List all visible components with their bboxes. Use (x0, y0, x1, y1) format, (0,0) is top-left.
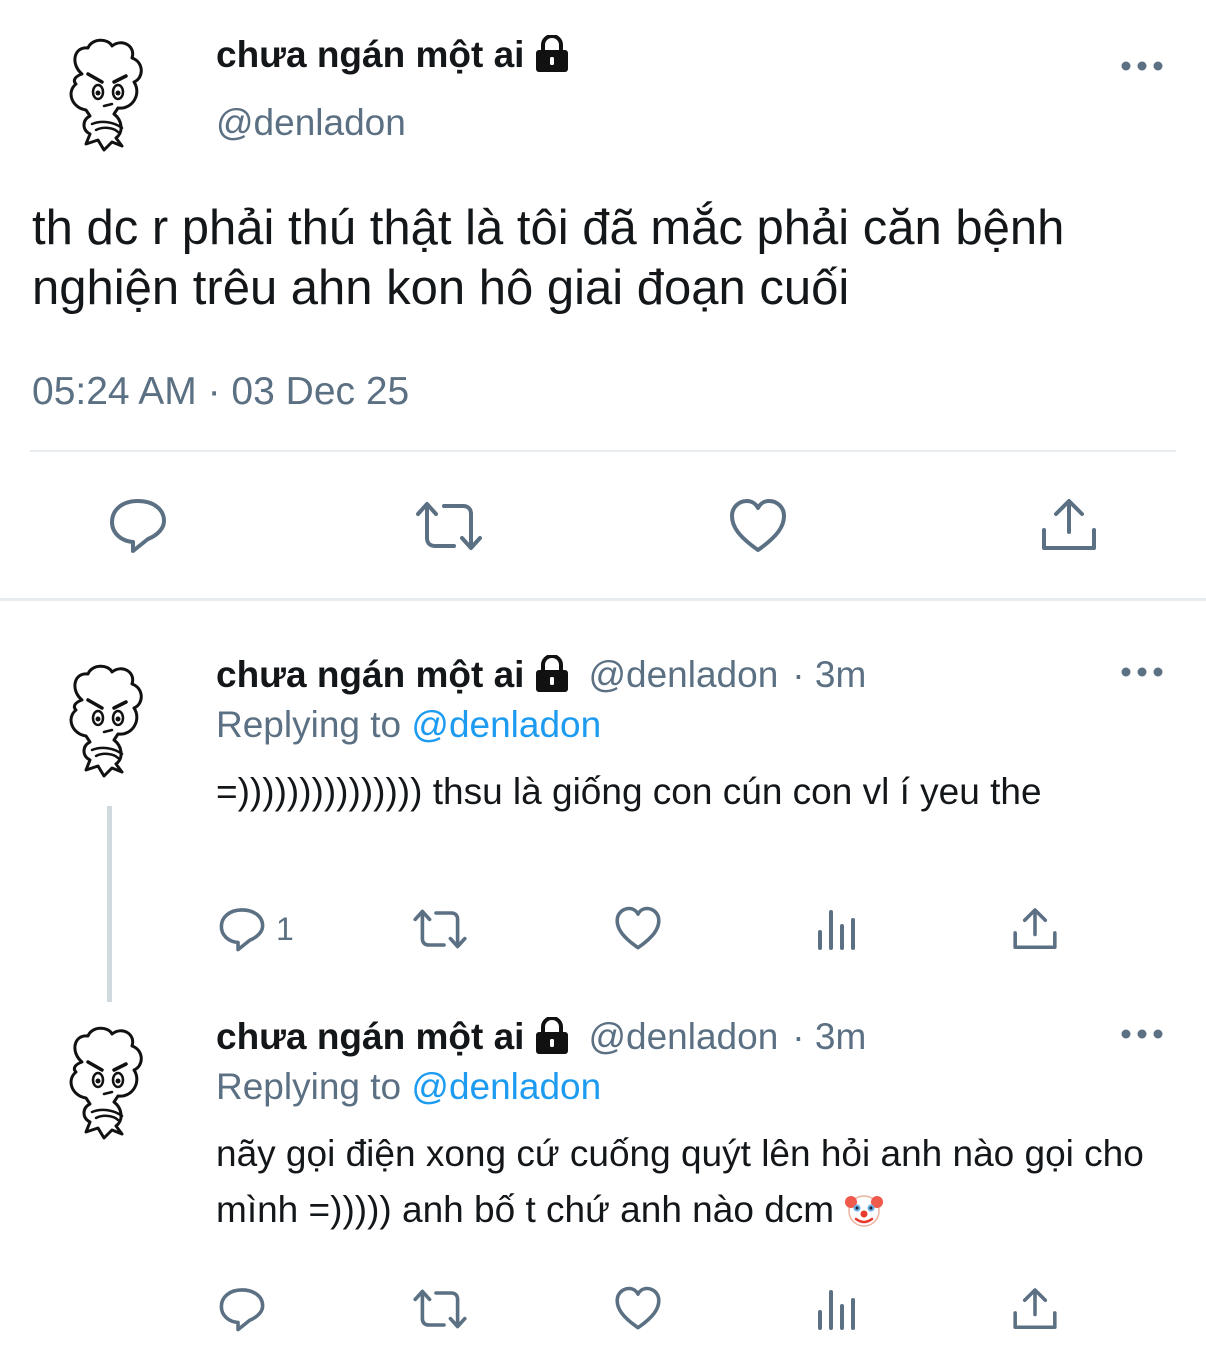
share-button[interactable] (1040, 496, 1098, 554)
reply-icon (110, 499, 166, 553)
share-button[interactable] (1012, 906, 1058, 952)
reply-icon (219, 1288, 265, 1332)
handle-row: @denladon (216, 102, 406, 144)
replying-to: Replying to @denladon (216, 704, 601, 746)
heart-icon (615, 1286, 661, 1330)
author-row: chưa ngán một ai @denladon · 3m (216, 1016, 866, 1058)
handle[interactable]: @denladon (588, 654, 778, 696)
mention-link[interactable]: @denladon (411, 1066, 601, 1107)
avatar[interactable] (52, 1022, 160, 1146)
display-name[interactable]: chưa ngán một ai (216, 34, 524, 76)
lock-icon (532, 1016, 572, 1057)
like-button[interactable] (614, 1286, 662, 1331)
tweet-timestamp[interactable]: 05:24 AM · 03 Dec 25 (32, 370, 409, 414)
heart-icon (615, 906, 661, 950)
replying-prefix: Replying to (216, 704, 402, 745)
relative-time[interactable]: · 3m (792, 654, 866, 696)
avatar-image (69, 38, 144, 152)
avatar-image (69, 1026, 144, 1140)
analytics-icon (818, 910, 855, 950)
more-options-icon[interactable] (1120, 1024, 1164, 1044)
author-row: chưa ngán một ai @denladon · 3m (216, 654, 866, 696)
retweet-icon (416, 502, 482, 550)
lock-icon (532, 654, 572, 695)
reply-button[interactable] (218, 1286, 266, 1332)
heart-icon (730, 499, 786, 552)
share-icon (1013, 1288, 1057, 1330)
reply-button[interactable]: 1 (218, 906, 294, 952)
tweet-text: th dc r phải thú thật là tôi đã mắc phải… (32, 201, 1065, 315)
replying-prefix: Replying to (216, 1066, 402, 1107)
reply-icon (219, 908, 265, 952)
retweet-button[interactable] (412, 1288, 468, 1330)
like-button[interactable] (728, 498, 788, 554)
share-button[interactable] (1012, 1286, 1058, 1332)
handle[interactable]: @denladon (216, 102, 406, 144)
divider (30, 450, 1176, 452)
section-divider (0, 598, 1206, 601)
mention-link[interactable]: @denladon (411, 704, 601, 745)
avatar[interactable] (52, 34, 160, 158)
analytics-icon (818, 1290, 855, 1330)
more-options-icon[interactable] (1120, 662, 1164, 682)
like-button[interactable] (614, 906, 662, 951)
display-name[interactable]: chưa ngán một ai (216, 654, 524, 696)
retweet-icon (413, 909, 467, 949)
reply-text-content: nãy gọi điện xong cứ cuống quýt lên hỏi … (216, 1133, 1144, 1230)
analytics-button[interactable] (816, 1288, 858, 1330)
relative-time[interactable]: · 3m (792, 1016, 866, 1058)
retweet-button[interactable] (412, 908, 468, 950)
avatar[interactable] (52, 660, 160, 784)
author-row: chưa ngán một ai (216, 34, 572, 76)
share-icon (1013, 908, 1057, 950)
analytics-button[interactable] (816, 908, 858, 950)
retweet-icon (413, 1289, 467, 1329)
thread-connector (107, 806, 112, 1002)
handle[interactable]: @denladon (588, 1016, 778, 1058)
clown-face-icon (844, 1190, 884, 1230)
share-icon (1042, 499, 1096, 550)
replying-to: Replying to @denladon (216, 1066, 601, 1108)
reply-text: nãy gọi điện xong cứ cuống quýt lên hỏi … (216, 1126, 1156, 1238)
reply-button[interactable] (108, 496, 168, 554)
retweet-button[interactable] (414, 500, 484, 552)
lock-icon (532, 34, 572, 75)
reply-text: =))))))))))))))) thsu là giống con cún c… (216, 771, 1042, 812)
more-options-icon[interactable] (1120, 56, 1164, 76)
avatar-image (69, 664, 144, 778)
display-name[interactable]: chưa ngán một ai (216, 1016, 524, 1058)
reply-count: 1 (276, 910, 294, 947)
